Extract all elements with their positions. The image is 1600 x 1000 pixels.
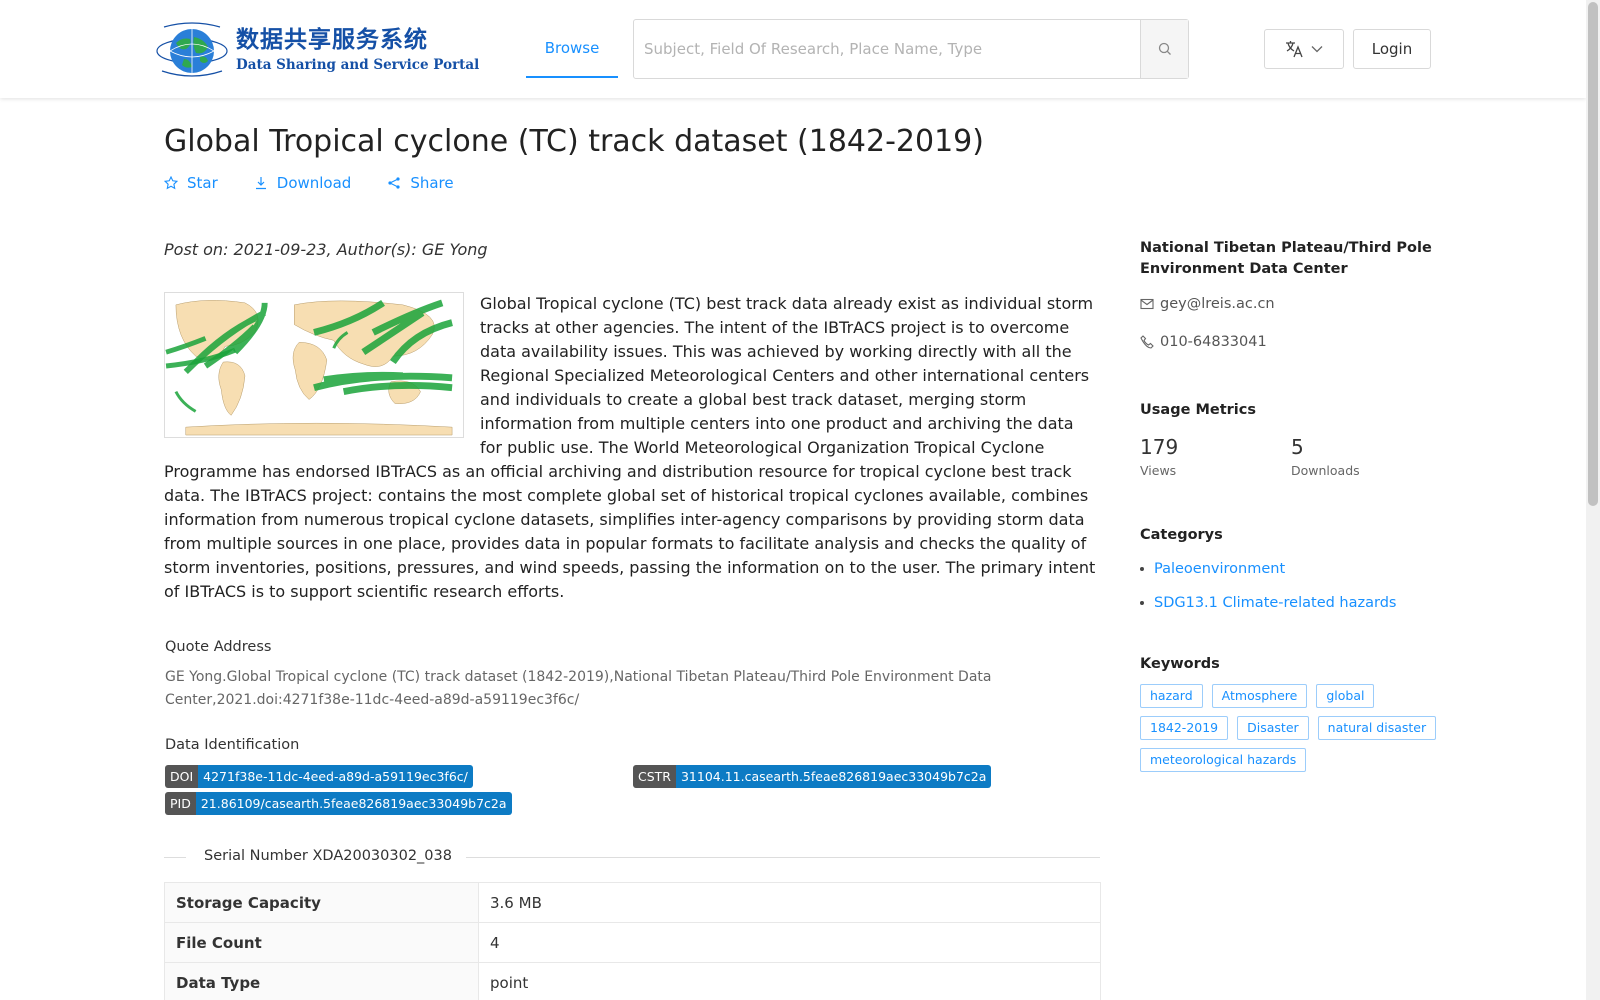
- keyword-tag[interactable]: meteorological hazards: [1140, 748, 1307, 772]
- info-key: Storage Capacity: [164, 882, 479, 923]
- cstr-badge-value: 31104.11.casearth.5feae826819aec33049b7c…: [675, 765, 992, 788]
- keywords-heading: Keywords: [1140, 656, 1220, 672]
- category-link[interactable]: Paleoenvironment: [1140, 561, 1285, 577]
- search-box: [633, 19, 1189, 79]
- contact-email[interactable]: gey@lreis.ac.cn: [1140, 296, 1275, 312]
- divider-line-right: [466, 857, 1100, 858]
- pid-badge-value: 21.86109/casearth.5feae826819aec33049b7c…: [195, 792, 512, 815]
- downloads-label: Downloads: [1291, 463, 1360, 478]
- table-row: Storage Capacity 3.6 MB: [164, 882, 1101, 923]
- info-value: 3.6 MB: [478, 882, 1101, 923]
- keyword-tag[interactable]: global: [1316, 684, 1375, 708]
- info-value: 4: [478, 922, 1101, 963]
- views-count: 179: [1140, 435, 1179, 459]
- serial-number-divider: Serial Number XDA20030302_038: [164, 846, 1100, 870]
- share-icon: [388, 177, 400, 189]
- download-label: Download: [276, 174, 352, 192]
- portal-logo[interactable]: 数据共享服务系统 Data Sharing and Service Portal: [154, 20, 479, 80]
- pid-badge-key: PID: [165, 792, 196, 815]
- search-input[interactable]: [634, 20, 1140, 78]
- bullet-icon: [1140, 601, 1144, 605]
- keyword-list: hazard Atmosphere global 1842-2019 Disas…: [1140, 684, 1440, 772]
- page-scrollbar-thumb[interactable]: [1588, 2, 1598, 506]
- keyword-tag[interactable]: hazard: [1140, 684, 1203, 708]
- category-label: SDG13.1 Climate-related hazards: [1154, 595, 1397, 611]
- star-label: Star: [187, 174, 218, 192]
- quote-address-label: Quote Address: [165, 639, 272, 655]
- serial-number: Serial Number XDA20030302_038: [204, 848, 452, 864]
- top-bar: 数据共享服务系统 Data Sharing and Service Portal…: [0, 0, 1586, 98]
- table-row: File Count 4: [164, 922, 1101, 963]
- info-key: File Count: [164, 922, 479, 963]
- dataset-thumbnail-map[interactable]: [164, 292, 464, 438]
- phone-icon: [1140, 335, 1154, 349]
- language-switcher[interactable]: [1264, 29, 1344, 69]
- logo-title-cn: 数据共享服务系统: [236, 27, 428, 53]
- bullet-icon: [1140, 567, 1144, 571]
- info-value: point: [478, 962, 1101, 1000]
- keyword-tag[interactable]: Disaster: [1237, 716, 1309, 740]
- cstr-badge[interactable]: CSTR 31104.11.casearth.5feae826819aec330…: [633, 765, 992, 788]
- categories-heading: Categorys: [1140, 527, 1223, 543]
- download-icon: [255, 177, 266, 190]
- search-icon: [1158, 42, 1171, 55]
- star-button[interactable]: Star: [164, 174, 218, 192]
- star-icon: [164, 176, 178, 190]
- keyword-tag[interactable]: natural disaster: [1317, 716, 1437, 740]
- pid-badge[interactable]: PID 21.86109/casearth.5feae826819aec3304…: [165, 792, 512, 815]
- nav-browse-tab[interactable]: Browse: [526, 20, 618, 78]
- keyword-tag[interactable]: 1842-2019: [1140, 716, 1229, 740]
- login-button[interactable]: Login: [1353, 29, 1431, 69]
- share-label: Share: [410, 174, 454, 192]
- phone-text: 010-64833041: [1160, 334, 1267, 350]
- info-key: Data Type: [164, 962, 479, 1000]
- contact-phone[interactable]: 010-64833041: [1140, 334, 1267, 350]
- table-row: Data Type point: [164, 962, 1101, 1000]
- data-identification-label: Data Identification: [165, 737, 300, 753]
- downloads-count: 5: [1291, 435, 1304, 459]
- doi-badge[interactable]: DOI 4271f38e-11dc-4eed-a89d-a59119ec3f6c…: [165, 765, 473, 788]
- usage-metrics-heading: Usage Metrics: [1140, 402, 1256, 418]
- doi-badge-value: 4271f38e-11dc-4eed-a89d-a59119ec3f6c/: [198, 765, 473, 788]
- divider-line-left: [164, 857, 186, 858]
- translate-icon: [1286, 41, 1303, 58]
- mail-icon: [1140, 298, 1154, 310]
- dataset-description: Global Tropical cyclone (TC) best track …: [164, 292, 1100, 604]
- organization-name: National Tibetan Plateau/Third Pole Envi…: [1140, 240, 1432, 277]
- dataset-actions: Star Download Share: [164, 174, 454, 192]
- views-label: Views: [1140, 463, 1177, 478]
- quote-address-text: GE Yong.Global Tropical cyclone (TC) tra…: [165, 669, 992, 708]
- doi-badge-key: DOI: [165, 765, 199, 788]
- dataset-title: Global Tropical cyclone (TC) track datas…: [164, 124, 984, 159]
- download-button[interactable]: Download: [254, 174, 352, 192]
- logo-title-en: Data Sharing and Service Portal: [236, 57, 480, 73]
- email-text: gey@lreis.ac.cn: [1160, 296, 1275, 312]
- cstr-badge-key: CSTR: [633, 765, 676, 788]
- chevron-down-icon: [1311, 46, 1323, 53]
- category-label: Paleoenvironment: [1154, 561, 1286, 577]
- logo-text: 数据共享服务系统 Data Sharing and Service Portal: [236, 25, 479, 75]
- dataset-info-table: Storage Capacity 3.6 MB File Count 4 Dat…: [164, 882, 1101, 1000]
- search-button[interactable]: [1140, 20, 1188, 78]
- keyword-tag[interactable]: Atmosphere: [1211, 684, 1308, 708]
- globe-logo-icon: [156, 22, 228, 77]
- category-link[interactable]: SDG13.1 Climate-related hazards: [1140, 595, 1396, 611]
- share-button[interactable]: Share: [387, 174, 454, 192]
- post-info: Post on: 2021-09-23, Author(s): GE Yong: [164, 240, 488, 259]
